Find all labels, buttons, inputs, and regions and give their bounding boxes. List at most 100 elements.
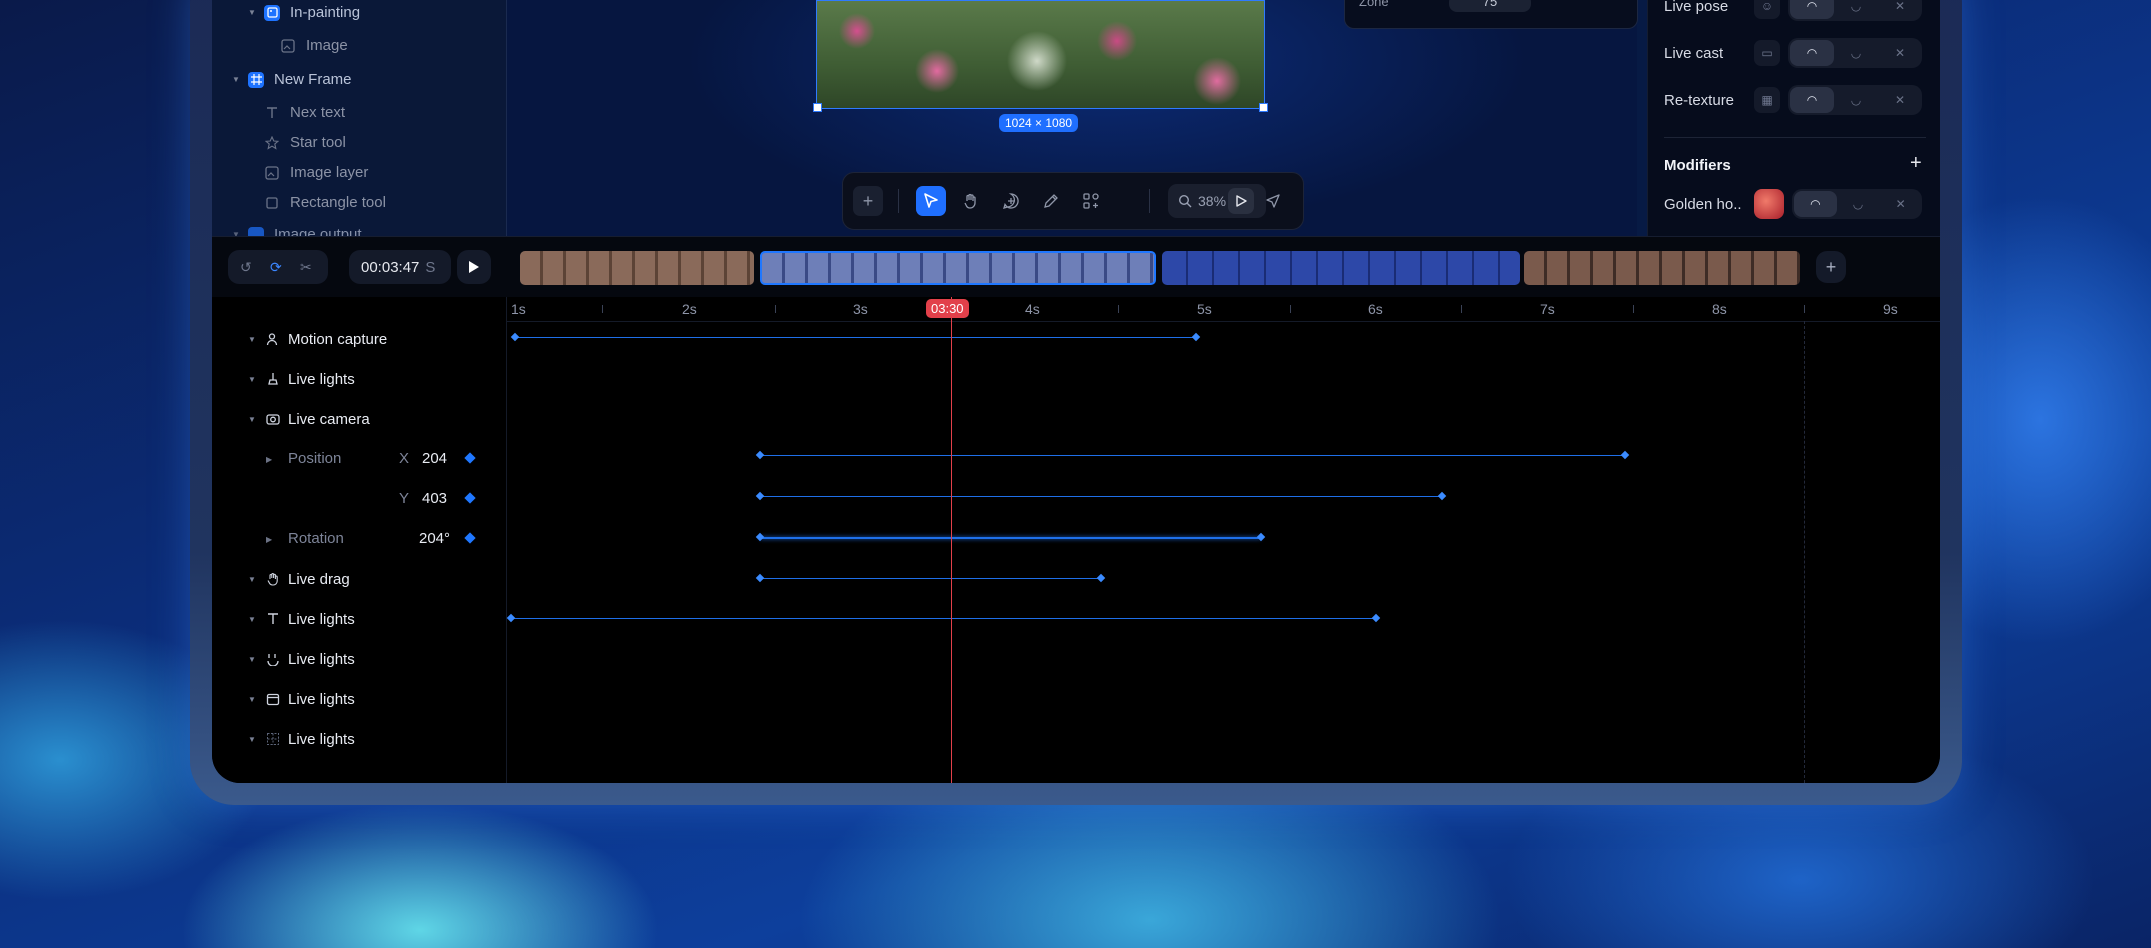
keyframe[interactable] bbox=[755, 491, 765, 501]
cursor-icon bbox=[924, 193, 938, 208]
playhead-line[interactable] bbox=[951, 297, 952, 783]
keyframe[interactable] bbox=[755, 573, 765, 583]
keyframe[interactable] bbox=[1371, 613, 1381, 623]
keyframe-diamond[interactable] bbox=[464, 452, 476, 464]
visible-toggle[interactable]: ◠ bbox=[1790, 87, 1834, 113]
keyframe-span[interactable] bbox=[760, 578, 1101, 579]
track-live-lights-text[interactable]: ▼ Live lights bbox=[248, 609, 355, 629]
add-modifier-button[interactable]: + bbox=[1910, 152, 1922, 175]
clip-2-selected[interactable] bbox=[760, 251, 1156, 285]
loop-icon[interactable]: ⟳ bbox=[270, 259, 282, 276]
select-tool-button[interactable] bbox=[916, 186, 946, 216]
keyframe[interactable] bbox=[755, 450, 765, 460]
remove-button[interactable]: ✕ bbox=[1878, 0, 1922, 13]
resize-handle[interactable] bbox=[813, 103, 822, 112]
keyframe[interactable] bbox=[510, 332, 520, 342]
keyframe[interactable] bbox=[1620, 450, 1630, 460]
caret-down-icon[interactable]: ▼ bbox=[248, 415, 258, 424]
caret-down-icon[interactable]: ▼ bbox=[248, 575, 258, 584]
clip-3[interactable] bbox=[1162, 251, 1520, 285]
keyframe[interactable] bbox=[755, 532, 765, 542]
time-ruler[interactable]: 1s 2s 3s 4s 5s 6s 7s 8s 9s bbox=[507, 297, 1940, 322]
hidden-toggle[interactable]: ◡ bbox=[1834, 46, 1878, 60]
time-display[interactable]: 00:03:47 S bbox=[349, 250, 451, 284]
layer-new-frame[interactable]: ▼ New Frame bbox=[232, 71, 352, 88]
caret-down-icon[interactable]: ▼ bbox=[248, 695, 258, 704]
keyframe[interactable] bbox=[1256, 532, 1266, 542]
remove-button[interactable]: ✕ bbox=[1878, 46, 1922, 60]
caret-down-icon[interactable]: ▼ bbox=[248, 335, 258, 344]
segmented-control[interactable]: ◠ ◡ ✕ bbox=[1792, 189, 1922, 219]
layer-rectangle[interactable]: Rectangle tool bbox=[264, 194, 386, 211]
playhead-time[interactable]: 03:30 bbox=[926, 299, 969, 318]
y-value[interactable]: 403 bbox=[422, 490, 447, 507]
canvas-image[interactable] bbox=[813, 0, 1268, 112]
remove-button[interactable]: ✕ bbox=[1878, 93, 1922, 107]
x-value[interactable]: 204 bbox=[422, 450, 447, 467]
keyframe-diamond[interactable] bbox=[464, 532, 476, 544]
track-live-drag[interactable]: ▼ Live drag bbox=[248, 569, 350, 589]
track-live-lights[interactable]: ▼ Live lights bbox=[248, 369, 355, 389]
caret-down-icon[interactable]: ▼ bbox=[248, 375, 258, 384]
row-label: Live pose bbox=[1664, 0, 1729, 15]
hidden-toggle[interactable]: ◡ bbox=[1837, 197, 1880, 211]
track-live-lights-face[interactable]: ▼ Live lights bbox=[248, 649, 355, 669]
layer-star[interactable]: Star tool bbox=[264, 134, 346, 151]
caret-down-icon[interactable]: ▼ bbox=[232, 75, 240, 84]
segmented-control[interactable]: ◠ ◡ ✕ bbox=[1788, 38, 1922, 68]
caret-down-icon[interactable]: ▼ bbox=[248, 615, 258, 624]
segmented-control[interactable]: ◠ ◡ ✕ bbox=[1788, 0, 1922, 21]
keyframe[interactable] bbox=[506, 613, 516, 623]
track-live-lights-calendar[interactable]: ▼ Live lights bbox=[248, 689, 355, 709]
components-tool-button[interactable] bbox=[1076, 186, 1106, 216]
keyframe-span[interactable] bbox=[511, 618, 1376, 619]
rotation-value[interactable]: 204° bbox=[419, 530, 450, 547]
keyframe[interactable] bbox=[1096, 573, 1106, 583]
track-live-camera[interactable]: ▼ Live camera bbox=[248, 409, 370, 429]
remove-button[interactable]: ✕ bbox=[1879, 197, 1922, 211]
app-window: ▼ In-painting Image ▼ New Frame Nex text… bbox=[212, 0, 1940, 783]
hidden-toggle[interactable]: ◡ bbox=[1834, 93, 1878, 107]
caret-down-icon[interactable]: ▼ bbox=[248, 655, 258, 664]
play-button[interactable] bbox=[457, 250, 491, 284]
layer-image-layer[interactable]: Image layer bbox=[264, 164, 368, 181]
track-live-lights-grid[interactable]: ▼ Live lights bbox=[248, 729, 355, 749]
track-label: Live lights bbox=[288, 650, 355, 668]
visible-toggle[interactable]: ◠ bbox=[1790, 40, 1834, 66]
caret-right-icon[interactable]: ▶ bbox=[266, 535, 272, 544]
hand-tool-button[interactable] bbox=[956, 186, 986, 216]
comment-tool-button[interactable] bbox=[996, 186, 1026, 216]
track-motion-capture[interactable]: ▼ Motion capture bbox=[248, 329, 387, 349]
frame-icon bbox=[248, 71, 264, 88]
keyframe-span[interactable] bbox=[760, 455, 1625, 456]
keyframe-span[interactable] bbox=[760, 537, 1261, 539]
add-clip-button[interactable]: + bbox=[1816, 251, 1846, 283]
scissors-icon[interactable]: ✂ bbox=[300, 259, 312, 276]
keyframe-span[interactable] bbox=[515, 337, 1196, 338]
caret-right-icon[interactable]: ▶ bbox=[266, 455, 272, 464]
track-label: Live lights bbox=[288, 610, 355, 628]
layer-inpainting[interactable]: ▼ In-painting bbox=[248, 4, 360, 21]
visible-toggle[interactable]: ◠ bbox=[1794, 191, 1837, 217]
keyframe-diamond[interactable] bbox=[464, 492, 476, 504]
add-button[interactable]: + bbox=[853, 186, 883, 216]
undo-loop-icon[interactable]: ↺ bbox=[240, 259, 252, 276]
visible-toggle[interactable]: ◠ bbox=[1790, 0, 1834, 19]
segmented-control[interactable]: ◠ ◡ ✕ bbox=[1788, 85, 1922, 115]
pen-tool-button[interactable] bbox=[1036, 186, 1066, 216]
keyframe-span[interactable] bbox=[760, 496, 1442, 497]
play-preview-button[interactable] bbox=[1228, 188, 1254, 214]
caret-down-icon[interactable]: ▼ bbox=[248, 8, 256, 17]
keyframe[interactable] bbox=[1191, 332, 1201, 342]
keyframe[interactable] bbox=[1437, 491, 1447, 501]
clip-1[interactable] bbox=[520, 251, 754, 285]
layer-label: Image bbox=[306, 37, 348, 54]
caret-down-icon[interactable]: ▼ bbox=[248, 735, 258, 744]
resize-handle[interactable] bbox=[1259, 103, 1268, 112]
clip-4[interactable] bbox=[1524, 251, 1800, 285]
hidden-toggle[interactable]: ◡ bbox=[1834, 0, 1878, 13]
zone-value[interactable]: 75 bbox=[1449, 0, 1531, 12]
layer-image[interactable]: Image bbox=[280, 37, 348, 54]
layer-text[interactable]: Nex text bbox=[264, 104, 345, 121]
send-button[interactable] bbox=[1258, 186, 1288, 216]
